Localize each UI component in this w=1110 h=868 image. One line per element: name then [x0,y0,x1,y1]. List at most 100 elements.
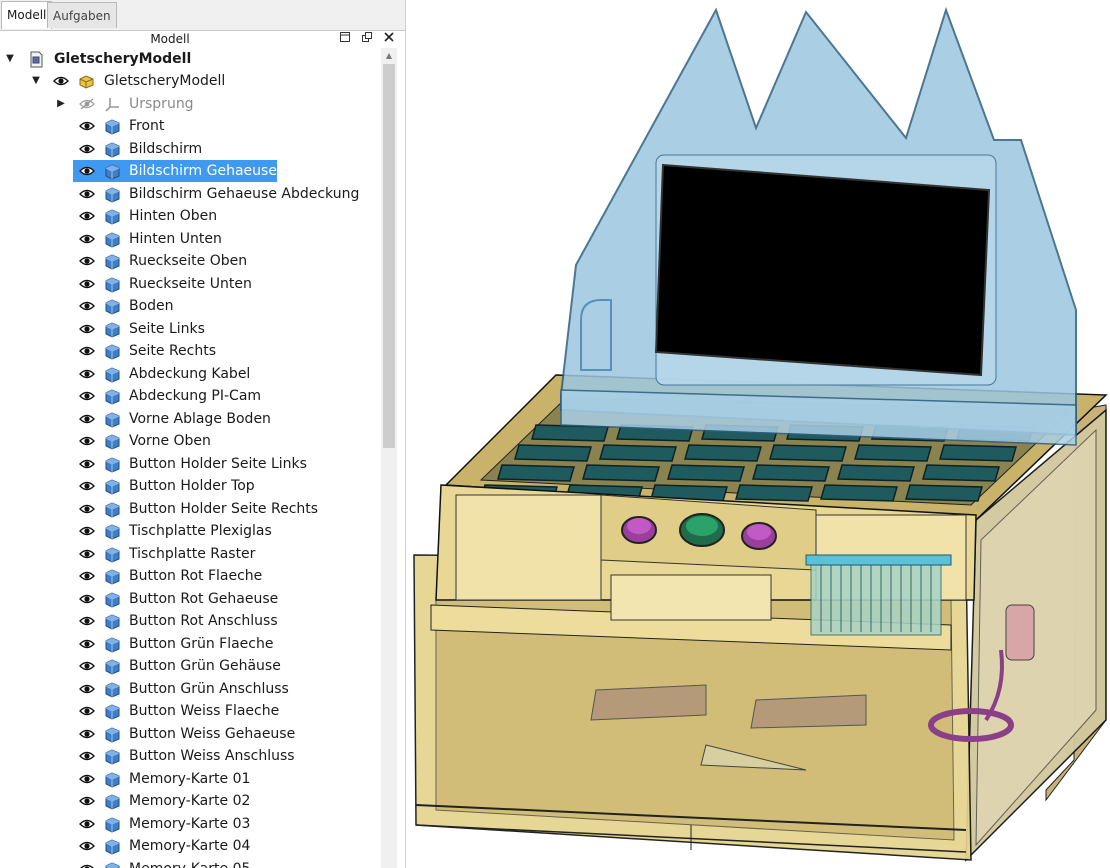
tree-item[interactable]: Hinten Unten [0,228,381,250]
part-cube-icon [104,681,121,698]
eye-icon[interactable] [79,188,95,200]
tree-item[interactable]: Button Rot Flaeche [0,565,381,587]
eye-icon[interactable] [79,165,95,177]
eye-icon[interactable] [79,525,95,537]
part-cube-icon [104,253,121,270]
eye-icon[interactable] [79,143,95,155]
tab-modell[interactable]: Modell [1,1,53,29]
eye-hidden-icon[interactable] [79,98,95,110]
memory-card-tile [820,484,898,502]
tree-item[interactable]: Memory-Karte 02 [0,790,381,812]
eye-icon[interactable] [79,840,95,852]
eye-icon[interactable] [79,750,95,762]
eye-icon[interactable] [79,683,95,695]
float-icon[interactable] [337,31,353,47]
tree-item[interactable]: Button Weiss Gehaeuse [0,723,381,745]
3d-viewport[interactable] [406,0,1110,868]
eye-icon[interactable] [79,615,95,627]
tree-scrollbar[interactable]: ▲ [381,48,397,868]
eye-icon[interactable] [79,368,95,380]
tab-aufgaben[interactable]: Aufgaben [47,2,117,28]
tree-item[interactable]: Front [0,115,381,137]
tree-item[interactable]: Abdeckung Kabel [0,363,381,385]
eye-icon[interactable] [79,120,95,132]
undock-icon[interactable] [359,31,375,47]
eye-icon[interactable] [79,795,95,807]
tree-root-row[interactable]: ▼ GletscheryModell [0,48,381,70]
collapse-arrow-icon[interactable]: ▼ [30,70,42,92]
tree-item[interactable]: Vorne Oben [0,430,381,452]
memory-card-tile [599,444,677,462]
collapse-arrow-icon[interactable]: ▼ [4,48,16,70]
eye-icon[interactable] [79,210,95,222]
tree-item[interactable]: Hinten Oben [0,205,381,227]
scrollbar-thumb[interactable] [383,64,395,448]
eye-icon[interactable] [79,570,95,582]
tree-item[interactable]: Abdeckung PI-Cam [0,385,381,407]
tree-origin-row[interactable]: ▶ Ursprung [0,93,381,115]
tree-item[interactable]: Button Weiss Anschluss [0,745,381,767]
tree-item[interactable]: Rueckseite Unten [0,273,381,295]
part-cube-icon [104,343,121,360]
tree-item[interactable]: Seite Rechts [0,340,381,362]
tree-item[interactable]: Memory-Karte 05 [0,858,381,868]
eye-icon[interactable] [79,323,95,335]
tree-item-label: Seite Links [129,320,205,337]
tree-item[interactable]: Button Grün Flaeche [0,633,381,655]
eye-icon[interactable] [79,255,95,267]
scroll-up-arrow-icon[interactable]: ▲ [381,48,397,64]
eye-icon[interactable] [79,345,95,357]
tree-item[interactable]: Tischplatte Plexiglas [0,520,381,542]
eye-icon[interactable] [79,548,95,560]
eye-icon[interactable] [79,660,95,672]
tree-item[interactable]: Button Grün Anschluss [0,678,381,700]
eye-icon[interactable] [79,773,95,785]
eye-icon[interactable] [79,503,95,515]
eye-icon[interactable] [79,705,95,717]
eye-icon[interactable] [79,458,95,470]
expand-arrow-icon[interactable]: ▶ [55,93,67,115]
close-icon[interactable] [381,31,397,47]
eye-icon[interactable] [79,728,95,740]
tree-item[interactable]: Rueckseite Oben [0,250,381,272]
tree-item[interactable]: Boden [0,295,381,317]
tree-item[interactable]: Bildschirm [0,138,381,160]
eye-icon[interactable] [79,278,95,290]
eye-icon[interactable] [79,818,95,830]
tree-item[interactable]: Memory-Karte 04 [0,835,381,857]
tree-item[interactable]: Button Grün Gehäuse [0,655,381,677]
eye-icon[interactable] [79,233,95,245]
tree-item[interactable]: Button Holder Top [0,475,381,497]
part-cube-icon [104,321,121,338]
eye-icon[interactable] [79,593,95,605]
eye-icon[interactable] [79,480,95,492]
tree-item[interactable]: Tischplatte Raster [0,543,381,565]
tree-item[interactable]: Button Rot Gehaeuse [0,588,381,610]
eye-icon[interactable] [79,413,95,425]
tree-item[interactable]: Button Holder Seite Rechts [0,498,381,520]
part-cube-icon [104,568,121,585]
eye-icon[interactable] [53,75,69,87]
tree-item[interactable]: Memory-Karte 03 [0,813,381,835]
tree-item[interactable]: Memory-Karte 01 [0,768,381,790]
eye-icon[interactable] [79,638,95,650]
eye-icon[interactable] [79,863,95,868]
tree-item[interactable]: Bildschirm Gehaeuse Abdeckung [0,183,381,205]
part-cube-icon [104,546,121,563]
eye-icon[interactable] [79,300,95,312]
tree-item[interactable]: Button Weiss Flaeche [0,700,381,722]
memory-card-tile [667,464,745,482]
tree-item[interactable]: Seite Links [0,318,381,340]
tree-item-label: Bildschirm Gehaeuse Abdeckung [129,185,360,202]
eye-icon[interactable] [79,390,95,402]
tree-item[interactable]: Vorne Ablage Boden [0,408,381,430]
tree-item-label: Button Grün Anschluss [129,680,289,697]
memory-card-tile [752,464,830,482]
tree-item-label: Button Rot Gehaeuse [129,590,279,607]
tree-body-row[interactable]: ▼ GletscheryModell [0,70,381,92]
tree-item[interactable]: Button Holder Seite Links [0,453,381,475]
tree-item[interactable]: Button Rot Anschluss [0,610,381,632]
tree-item-label: Abdeckung PI-Cam [129,388,262,404]
eye-icon[interactable] [79,435,95,447]
tree-item[interactable]: Bildschirm Gehaeuse [0,160,381,182]
